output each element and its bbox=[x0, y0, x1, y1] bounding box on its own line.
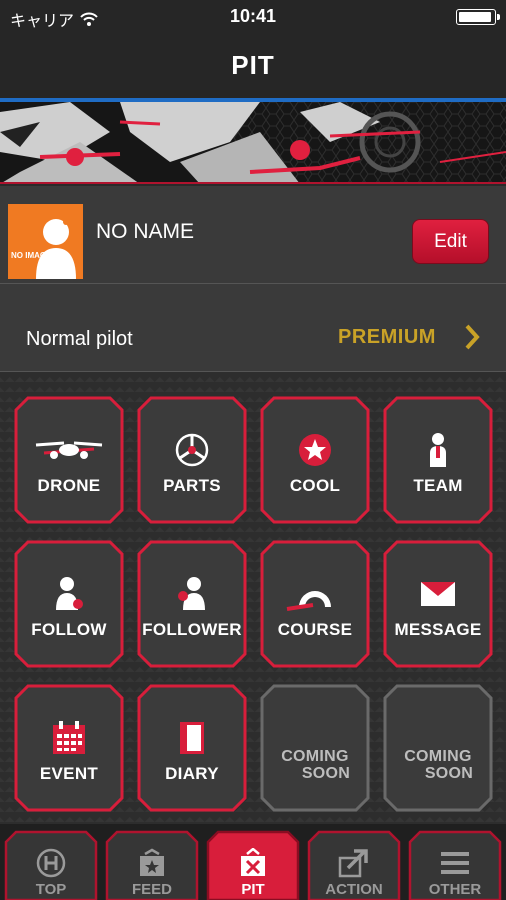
follower-icon bbox=[178, 577, 205, 610]
premium-link[interactable]: PREMIUM bbox=[338, 326, 436, 349]
banner-artwork bbox=[0, 102, 506, 182]
tab-label: TOP bbox=[35, 881, 67, 898]
menu-tile-course[interactable]: COURSE bbox=[260, 540, 370, 668]
tab-label: ACTION bbox=[325, 881, 383, 898]
pilot-status-row[interactable]: Normal pilot PREMIUM bbox=[0, 284, 506, 372]
calendar-icon bbox=[53, 721, 85, 754]
menu-label: PARTS bbox=[163, 476, 221, 495]
menu-label: COMING SOON bbox=[383, 748, 493, 782]
menu-label: DRONE bbox=[37, 476, 101, 495]
tab-action[interactable]: ACTION bbox=[307, 830, 401, 900]
menu-tile-diary[interactable]: DIARY bbox=[137, 684, 247, 812]
status-time: 10:41 bbox=[229, 6, 277, 26]
person-icon bbox=[430, 433, 446, 467]
menu-tile-event[interactable]: EVENT bbox=[14, 684, 124, 812]
propeller-icon bbox=[175, 433, 209, 467]
pit-menu-grid: DRONE PARTS COOL TEAM FOLLOW FOLLOWER CO… bbox=[0, 372, 506, 824]
tab-bar: TOP FEED PIT ACTION OTHER bbox=[0, 824, 506, 900]
menu-tile-cool[interactable]: COOL bbox=[260, 396, 370, 524]
drone-icon bbox=[35, 441, 103, 459]
coming-label: COMING bbox=[281, 748, 349, 765]
soon-label: SOON bbox=[301, 765, 351, 782]
envelope-icon bbox=[421, 582, 455, 606]
pit-icon bbox=[241, 848, 265, 876]
tab-other[interactable]: OTHER bbox=[408, 830, 502, 900]
menu-label: COURSE bbox=[277, 620, 353, 639]
menu-tile-coming-soon: COMING SOON bbox=[383, 684, 493, 812]
avatar[interactable]: NO IMAGE bbox=[8, 204, 83, 279]
menu-icon bbox=[441, 852, 469, 874]
menu-label: COOL bbox=[289, 476, 341, 495]
tab-feed[interactable]: FEED bbox=[105, 830, 199, 900]
share-arrow-icon bbox=[338, 849, 368, 878]
menu-label: FOLLOW bbox=[31, 620, 107, 639]
tab-label: OTHER bbox=[428, 881, 482, 898]
menu-tile-follower[interactable]: FOLLOWER bbox=[137, 540, 247, 668]
menu-tile-team[interactable]: TEAM bbox=[383, 396, 493, 524]
avatar-person-icon bbox=[36, 219, 76, 279]
tab-pit[interactable]: PIT bbox=[206, 830, 300, 900]
notebook-icon bbox=[180, 722, 204, 754]
tab-top[interactable]: TOP bbox=[4, 830, 98, 900]
menu-tile-parts[interactable]: PARTS bbox=[137, 396, 247, 524]
soon-label: SOON bbox=[424, 765, 474, 782]
star-badge-icon bbox=[299, 434, 331, 466]
coming-label: COMING bbox=[404, 748, 472, 765]
edit-profile-button[interactable]: Edit bbox=[412, 219, 489, 264]
menu-tile-coming-soon: COMING SOON bbox=[260, 684, 370, 812]
chevron-right-icon bbox=[465, 324, 480, 350]
menu-label: EVENT bbox=[39, 764, 99, 783]
menu-tile-message[interactable]: MESSAGE bbox=[383, 540, 493, 668]
navigation-bar: PIT bbox=[0, 34, 506, 98]
menu-label: TEAM bbox=[413, 476, 463, 495]
profile-name: NO NAME bbox=[96, 220, 195, 243]
menu-label: MESSAGE bbox=[394, 620, 482, 639]
tab-label: FEED bbox=[131, 881, 172, 898]
status-bar: キャリア 10:41 bbox=[0, 0, 506, 34]
page-title: PIT bbox=[231, 50, 275, 80]
menu-label: COMING SOON bbox=[260, 748, 370, 782]
pilot-level: Normal pilot bbox=[26, 328, 133, 350]
feed-icon bbox=[140, 848, 164, 876]
menu-tile-follow[interactable]: FOLLOW bbox=[14, 540, 124, 668]
tab-label: PIT bbox=[241, 881, 265, 898]
avatar-placeholder-text: NO IMAGE bbox=[11, 251, 52, 260]
menu-label: DIARY bbox=[165, 764, 219, 783]
helipad-icon bbox=[36, 848, 66, 878]
menu-label: FOLLOWER bbox=[142, 620, 242, 639]
follow-icon bbox=[56, 577, 83, 610]
drone-banner bbox=[0, 102, 506, 184]
battery-icon bbox=[456, 9, 500, 25]
menu-tile-drone[interactable]: DRONE bbox=[14, 396, 124, 524]
arch-gate-icon bbox=[286, 591, 331, 611]
